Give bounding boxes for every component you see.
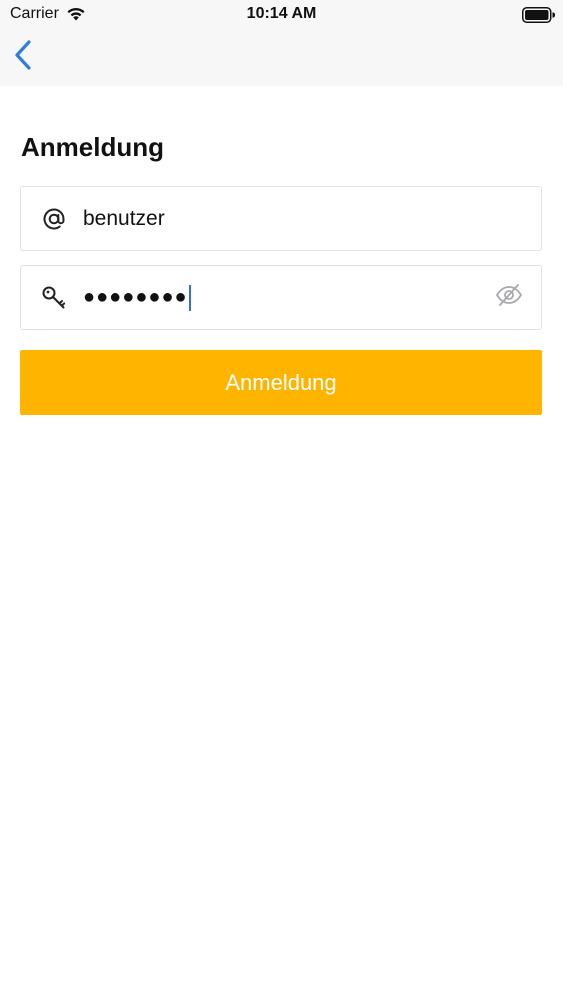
login-button[interactable]: Anmeldung bbox=[20, 350, 542, 415]
password-field[interactable]: ●●●●●●●● bbox=[20, 265, 542, 330]
login-screen: Carrier 10:14 AM Anmeldung benutzer ●●●●… bbox=[0, 0, 563, 1000]
status-time: 10:14 AM bbox=[246, 5, 317, 22]
eye-slash-icon bbox=[495, 283, 523, 312]
key-icon bbox=[41, 285, 67, 311]
text-cursor bbox=[188, 284, 191, 311]
navigation-bar bbox=[0, 30, 563, 86]
password-masked-value: ●●●●●●●● bbox=[83, 286, 188, 308]
back-button[interactable] bbox=[6, 38, 40, 76]
toggle-password-visibility[interactable] bbox=[495, 283, 523, 312]
at-icon bbox=[41, 206, 67, 232]
header-area: Carrier 10:14 AM bbox=[0, 0, 563, 86]
password-input[interactable]: ●●●●●●●● bbox=[83, 266, 481, 329]
username-value: benutzer bbox=[83, 206, 165, 230]
battery-icon bbox=[522, 7, 556, 23]
status-bar: Carrier 10:14 AM bbox=[0, 0, 563, 30]
page-title: Anmeldung bbox=[21, 132, 164, 162]
username-field[interactable]: benutzer bbox=[20, 186, 542, 251]
username-input[interactable]: benutzer bbox=[83, 187, 481, 250]
chevron-left-icon bbox=[14, 39, 32, 75]
